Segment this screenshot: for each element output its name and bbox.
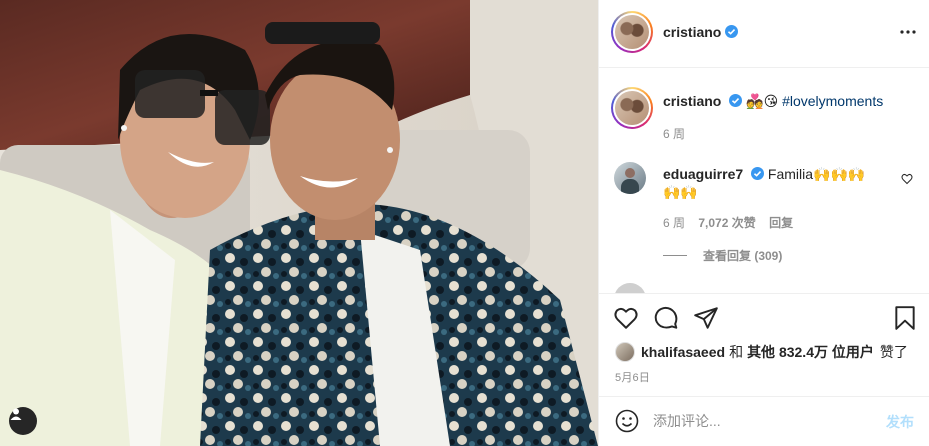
post-photo[interactable] xyxy=(0,0,598,446)
comment-text-cont: 🙌🙌 xyxy=(663,184,698,200)
caption: cristiano 💑😘 #lovelymoments xyxy=(663,93,883,110)
verified-badge-icon xyxy=(725,25,738,38)
caption-time[interactable]: 6 周 xyxy=(663,125,685,142)
view-replies-button[interactable]: 查看回复 (309) xyxy=(663,247,782,264)
comment-text: Familia🙌🙌🙌 xyxy=(767,166,866,182)
post-date[interactable]: 5月6日 xyxy=(615,369,650,385)
post-side-panel: cristiano cristiano 💑😘 #lovelymoments 6 … xyxy=(598,0,929,446)
post-actions: khalifasaeed 和 其他 832.4万 位用户 赞了 5月6日 xyxy=(599,293,929,403)
comment-item: eduaguirre7 Familia🙌🙌🙌 🙌🙌 xyxy=(663,165,883,201)
comment-input[interactable] xyxy=(653,409,873,433)
caption-username[interactable]: cristiano xyxy=(663,93,721,109)
verified-badge-icon xyxy=(751,167,765,180)
save-button[interactable] xyxy=(892,305,918,331)
more-horizontal-icon xyxy=(900,30,916,34)
paper-plane-icon xyxy=(694,307,718,329)
post-header: cristiano xyxy=(599,0,929,68)
likes-others-button[interactable]: 其他 832.4万 位用户 xyxy=(747,342,874,362)
caption-avatar[interactable] xyxy=(611,87,653,129)
commenter-avatar[interactable] xyxy=(614,162,646,194)
add-comment-bar: 发布 xyxy=(599,396,929,446)
like-button[interactable] xyxy=(613,305,639,331)
user-tag-icon xyxy=(10,408,22,420)
smiley-icon xyxy=(615,409,639,433)
author-username[interactable]: cristiano xyxy=(663,24,721,40)
caption-emojis: 💑😘 xyxy=(746,93,779,109)
user-tag-button[interactable] xyxy=(9,407,37,435)
comment-meta: 6 周 7,072 次赞 回复 xyxy=(663,214,793,231)
emoji-button[interactable] xyxy=(615,409,639,433)
comment-icon xyxy=(654,306,678,329)
bookmark-icon xyxy=(895,306,915,330)
post-comment-button[interactable]: 发布 xyxy=(886,412,914,432)
caption-hashtag[interactable]: #lovelymoments xyxy=(782,93,883,109)
comment-reply-button[interactable]: 回复 xyxy=(769,216,793,230)
likes-connector: 和 xyxy=(729,344,744,360)
verified-badge-icon xyxy=(729,94,743,107)
heart-icon xyxy=(614,307,638,329)
comment-time[interactable]: 6 周 xyxy=(663,216,685,230)
view-replies-label: 查看回复 (309) xyxy=(703,249,783,263)
liker-username[interactable]: khalifasaeed xyxy=(641,344,725,360)
liker-avatar[interactable] xyxy=(615,342,635,362)
more-options-button[interactable] xyxy=(898,22,918,42)
share-button[interactable] xyxy=(693,305,719,331)
comment-likes[interactable]: 7,072 次赞 xyxy=(698,216,755,230)
author-avatar[interactable] xyxy=(611,11,653,53)
heart-icon xyxy=(901,173,913,185)
next-commenter-avatar[interactable] xyxy=(614,283,646,293)
replies-divider xyxy=(663,255,687,256)
comment-username[interactable]: eduaguirre7 xyxy=(663,166,743,182)
post-photo-illustration xyxy=(0,0,598,446)
comment-like-button[interactable] xyxy=(901,172,913,188)
comment-button[interactable] xyxy=(653,305,679,331)
comments-list[interactable]: cristiano 💑😘 #lovelymoments 6 周 eduaguir… xyxy=(599,69,929,293)
likes-summary: khalifasaeed 和 其他 832.4万 位用户 赞了 xyxy=(615,342,908,362)
likes-suffix: 赞了 xyxy=(879,344,908,360)
